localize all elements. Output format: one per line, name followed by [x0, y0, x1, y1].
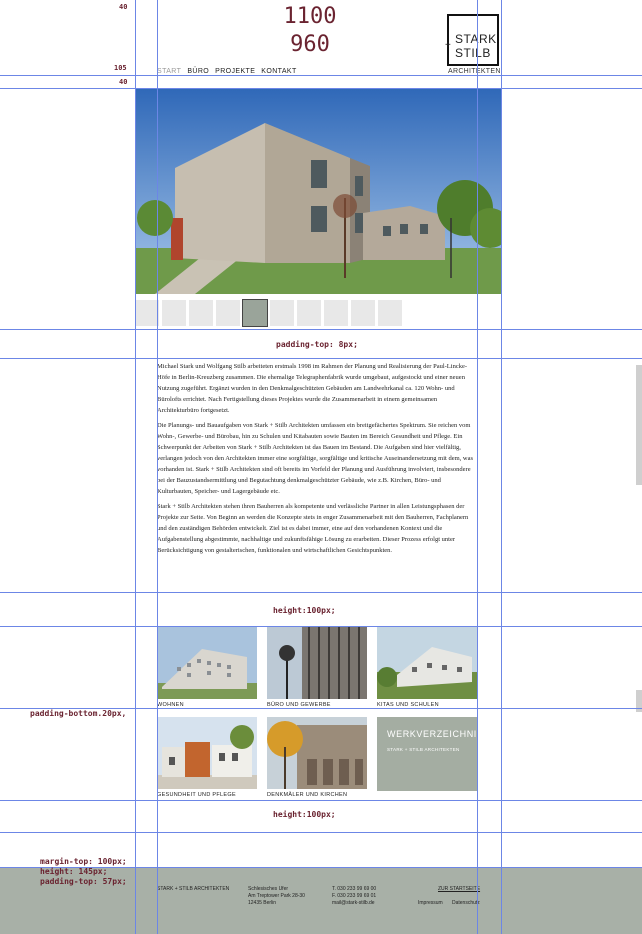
css-annotation: padding-top: 57px; — [40, 877, 127, 886]
logo-line-2: STILB — [455, 46, 491, 60]
gallery-thumb[interactable] — [189, 300, 213, 326]
nav-item-start[interactable]: START — [157, 68, 181, 75]
nav-item-buero[interactable]: BÜRO — [187, 68, 209, 75]
gallery-thumb[interactable] — [216, 300, 240, 326]
css-annotation: padding-bottom.20px, — [30, 709, 127, 718]
project-card-wohnen[interactable]: WOHNEN — [157, 627, 257, 708]
guide-horizontal — [0, 75, 642, 76]
footer-email[interactable]: mail@stark-stilb.de — [332, 900, 376, 907]
project-card-buero[interactable]: BÜRO UND GEWERBE — [267, 627, 367, 708]
intro-text: Michael Stark und Wolfgang Stilb arbeite… — [157, 361, 477, 560]
footer-top-link[interactable]: ZUR STARTSEITE — [438, 886, 480, 892]
project-image — [157, 717, 257, 789]
guide-vertical — [135, 0, 136, 934]
css-annotation: height: 145px; — [40, 867, 108, 876]
guide-horizontal — [0, 832, 642, 833]
project-image — [267, 627, 367, 699]
werkverzeichnis-tile[interactable]: WERKVERZEICHNIS STARK + STILB ARCHITEKTE… — [377, 717, 483, 791]
logo-plus: + — [445, 40, 452, 51]
gallery-thumb[interactable] — [270, 300, 294, 326]
main-nav: START BÜRO PROJEKTE KONTAKT — [157, 68, 297, 75]
footer-address-line: Am Treptower Park 28-30 — [248, 893, 305, 899]
guide-vertical — [501, 0, 502, 934]
guide-horizontal — [0, 800, 642, 801]
gallery-thumb[interactable] — [351, 300, 375, 326]
viewport-height-label: 960 — [290, 32, 330, 57]
project-caption: GESUNDHEIT UND PFLEGE — [157, 792, 236, 798]
guide-horizontal — [0, 358, 642, 359]
measure-label: 105 — [114, 64, 127, 72]
footer-company-name: STARK + STILB ARCHITEKTEN — [157, 886, 230, 892]
guide-vertical — [157, 0, 158, 934]
guide-horizontal — [0, 88, 642, 89]
guide-vertical — [477, 0, 478, 934]
project-image — [377, 627, 477, 699]
measure-label: 40 — [119, 3, 128, 11]
css-annotation: padding-top: 8px; — [276, 340, 358, 349]
guide-horizontal — [0, 626, 642, 627]
gallery-thumbnails — [135, 299, 402, 327]
werkverzeichnis-title: WERKVERZEICHNIS — [387, 729, 484, 739]
footer-address-line: 12435 Berlin — [248, 900, 277, 906]
css-annotation: margin-top: 100px; — [40, 857, 127, 866]
logo-line-1: STARK — [455, 32, 497, 46]
logo[interactable]: STARK + STILB — [445, 14, 499, 66]
footer-impressum-link[interactable]: Impressum — [418, 900, 443, 906]
project-card-kitas[interactable]: KITAS UND SCHULEN — [377, 627, 477, 708]
footer-fax: F. 030 233 99 69 01 — [332, 893, 377, 899]
nav-item-projekte[interactable]: PROJEKTE — [215, 68, 255, 75]
scrollbar-thumb[interactable] — [636, 365, 642, 485]
css-annotation: height:100px; — [273, 606, 336, 615]
footer-company: STARK + STILB ARCHITEKTEN — [157, 886, 229, 893]
footer-address-line: Schlesisches Ufer — [248, 886, 289, 892]
gallery-thumb[interactable] — [135, 300, 159, 326]
guide-horizontal — [0, 329, 642, 330]
project-caption: DENKMÄLER UND KIRCHEN — [267, 792, 348, 798]
gallery-thumb-active[interactable] — [242, 299, 268, 327]
nav-item-kontakt[interactable]: KONTAKT — [261, 68, 296, 75]
project-card-gesundheit[interactable]: GESUNDHEIT UND PFLEGE — [157, 717, 257, 798]
intro-paragraph: Michael Stark und Wolfgang Stilb arbeite… — [157, 363, 468, 414]
footer-datenschutz-link[interactable]: Datenschutz — [452, 900, 480, 906]
gallery-thumb[interactable] — [162, 300, 186, 326]
logo-subtitle: ARCHITEKTEN — [448, 68, 501, 75]
css-annotation: height:100px; — [273, 810, 336, 819]
footer-address: Schlesisches Ufer Am Treptower Park 28-3… — [248, 886, 305, 907]
guide-horizontal — [0, 708, 642, 709]
footer-contact: T. 030 233 99 69 00 F. 030 233 99 69 01 … — [332, 886, 376, 907]
intro-paragraph: Die Planungs- und Bauaufgaben von Stark … — [157, 422, 474, 495]
guide-horizontal — [0, 592, 642, 593]
intro-paragraph: Stark + Stilb Architekten stehen ihren B… — [157, 503, 469, 554]
werkverzeichnis-subtitle: STARK + STILB ARCHITEKTEN — [387, 747, 460, 752]
hero-image — [135, 88, 501, 294]
project-image — [267, 717, 367, 789]
footer-phone: T. 030 233 99 69 00 — [332, 886, 377, 892]
measure-label: 40 — [119, 78, 128, 86]
gallery-thumb[interactable] — [378, 300, 402, 326]
gallery-thumb[interactable] — [324, 300, 348, 326]
viewport-width-label: 1100 — [283, 4, 337, 29]
project-card-denkmaeler[interactable]: DENKMÄLER UND KIRCHEN — [267, 717, 367, 798]
project-image — [157, 627, 257, 699]
gallery-thumb[interactable] — [297, 300, 321, 326]
